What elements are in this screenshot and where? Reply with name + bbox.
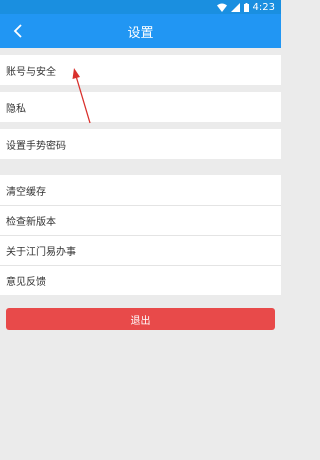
settings-group-privacy: 隐私 bbox=[0, 92, 281, 122]
logout-button[interactable]: 退出 bbox=[6, 308, 275, 330]
signal-icon bbox=[230, 2, 240, 12]
settings-group-gesture: 设置手势密码 bbox=[0, 129, 281, 159]
settings-item-label: 隐私 bbox=[6, 103, 26, 115]
wifi-icon bbox=[216, 3, 227, 12]
settings-item-account-security[interactable]: 账号与安全 bbox=[0, 55, 281, 85]
battery-icon bbox=[243, 2, 249, 12]
status-bar: 4:23 bbox=[0, 0, 281, 14]
settings-group-account: 账号与安全 bbox=[0, 55, 281, 85]
settings-item-label: 设置手势密码 bbox=[6, 140, 66, 152]
settings-item-label: 账号与安全 bbox=[6, 66, 56, 78]
settings-group-misc: 清空缓存 检查新版本 关于江门易办事 意见反馈 bbox=[0, 175, 281, 295]
status-icons bbox=[216, 2, 249, 12]
settings-item-check-update[interactable]: 检查新版本 bbox=[0, 205, 281, 235]
page-title: 设置 bbox=[127, 25, 154, 41]
settings-item-label: 检查新版本 bbox=[6, 216, 56, 228]
settings-item-privacy[interactable]: 隐私 bbox=[0, 92, 281, 122]
logout-button-label: 退出 bbox=[130, 315, 151, 327]
settings-item-about[interactable]: 关于江门易办事 bbox=[0, 235, 281, 265]
chevron-left-icon bbox=[13, 24, 22, 38]
settings-item-gesture-password[interactable]: 设置手势密码 bbox=[0, 129, 281, 159]
back-button[interactable] bbox=[6, 19, 30, 43]
app-bar: 设置 bbox=[0, 14, 281, 48]
status-time: 4:23 bbox=[252, 1, 275, 13]
settings-item-feedback[interactable]: 意见反馈 bbox=[0, 265, 281, 295]
settings-item-label: 意见反馈 bbox=[6, 276, 46, 288]
settings-item-clear-cache[interactable]: 清空缓存 bbox=[0, 175, 281, 205]
settings-item-label: 关于江门易办事 bbox=[6, 246, 76, 258]
settings-item-label: 清空缓存 bbox=[6, 186, 46, 198]
